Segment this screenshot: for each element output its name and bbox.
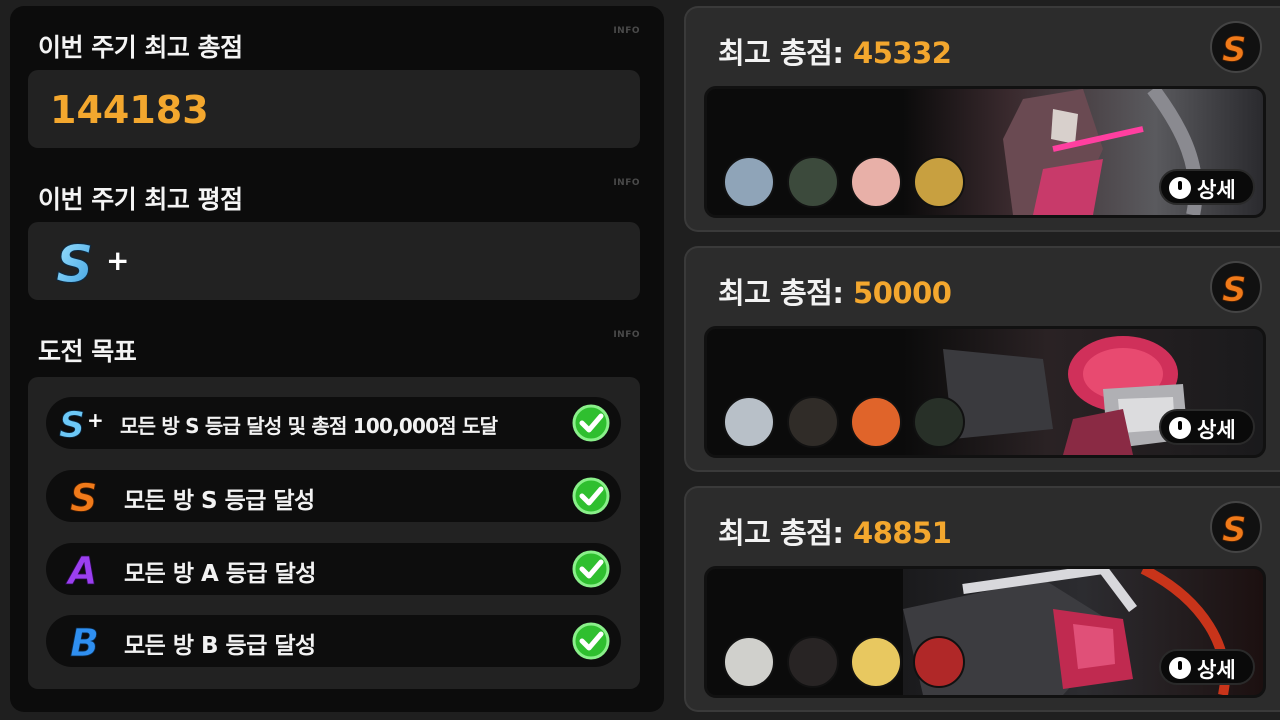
svg-text:S: S: [56, 236, 93, 288]
check-circle-icon: [572, 477, 610, 515]
goals-title: 도전 목표: [38, 337, 137, 366]
card-title: 최고 총점: 45332: [718, 30, 952, 72]
stage-score-card-2[interactable]: 최고 총점: 50000 S 상세: [684, 246, 1280, 472]
card-score-value: 50000: [853, 276, 952, 310]
card-score-label: 최고 총점:: [718, 276, 844, 310]
detail-button[interactable]: 상세: [1159, 409, 1255, 445]
best-total-title: 이번 주기 최고 총점: [38, 33, 243, 62]
grade-s-icon: S: [1222, 510, 1247, 551]
grade-splus-icon: S +: [59, 405, 104, 443]
grade-s-icon: S: [1222, 30, 1247, 71]
svg-text:S: S: [1222, 270, 1247, 310]
check-circle-icon: [572, 404, 610, 442]
info-icon: [1169, 417, 1191, 439]
grade-s-icon: S: [1222, 270, 1247, 311]
challenge-summary-panel: 이번 주기 최고 총점 INFO 144183 이번 주기 최고 평점 INFO…: [10, 6, 664, 712]
best-rating-info-button[interactable]: INFO: [613, 178, 640, 188]
goal-item-text: 모든 방 S 등급 달성 및 총점 100,000점 도달: [120, 414, 498, 438]
card-score-label: 최고 총점:: [718, 516, 844, 550]
grade-s-badge: S: [1210, 21, 1262, 73]
card-score-label: 최고 총점:: [718, 36, 844, 70]
grade-s-badge: S: [1210, 261, 1262, 313]
best-rating-box: S +: [28, 222, 640, 300]
goals-list: S + 모든 방 S 등급 달성 및 총점 100,000점 도달 S 모든 방…: [28, 377, 640, 689]
detail-button[interactable]: 상세: [1159, 649, 1255, 685]
grade-b-icon: B: [70, 621, 100, 661]
goal-item-s: S 모든 방 S 등급 달성: [46, 470, 621, 522]
character-avatar-2: [787, 636, 839, 688]
goal-item-splus: S + 모든 방 S 등급 달성 및 총점 100,000점 도달: [46, 397, 621, 449]
detail-button[interactable]: 상세: [1159, 169, 1255, 205]
check-circle-icon: [572, 550, 610, 588]
character-avatar-1: [723, 636, 775, 688]
best-rating-title: 이번 주기 최고 평점: [38, 185, 243, 214]
svg-text:A: A: [65, 549, 97, 589]
svg-text:S: S: [70, 476, 97, 516]
svg-text:S: S: [59, 405, 85, 443]
character-avatar-3: [850, 636, 902, 688]
character-avatar-4: [913, 156, 965, 208]
info-icon: [1169, 177, 1191, 199]
check-circle-icon: [572, 622, 610, 660]
team-panel: 상세: [704, 86, 1266, 218]
character-avatar-2: [787, 156, 839, 208]
character-avatar-1: [723, 396, 775, 448]
grade-splus-icon: S +: [56, 236, 130, 288]
grade-a-icon: A: [65, 549, 98, 589]
svg-text:B: B: [70, 621, 99, 661]
svg-text:S: S: [1222, 510, 1247, 550]
character-avatar-3: [850, 156, 902, 208]
detail-button-label: 상세: [1197, 658, 1236, 682]
goal-item-text: 모든 방 A 등급 달성: [124, 561, 316, 587]
best-total-info-button[interactable]: INFO: [613, 26, 640, 36]
character-avatar-3: [850, 396, 902, 448]
card-title: 최고 총점: 48851: [718, 510, 952, 552]
character-avatar-4: [913, 396, 965, 448]
best-total-box: 144183: [28, 70, 640, 148]
info-icon: [1169, 657, 1191, 679]
grade-s-icon: S: [70, 476, 98, 516]
goal-item-text: 모든 방 B 등급 달성: [124, 633, 316, 659]
best-total-value: 144183: [50, 88, 209, 132]
grade-s-badge: S: [1210, 501, 1262, 553]
goal-item-a: A 모든 방 A 등급 달성: [46, 543, 621, 595]
svg-text:+: +: [87, 408, 104, 432]
detail-button-label: 상세: [1197, 418, 1236, 442]
goal-item-b: B 모든 방 B 등급 달성: [46, 615, 621, 667]
goal-item-text: 모든 방 S 등급 달성: [124, 488, 315, 514]
detail-button-label: 상세: [1197, 178, 1236, 202]
card-score-value: 48851: [853, 516, 952, 550]
team-panel: 상세: [704, 566, 1266, 698]
character-avatar-2: [787, 396, 839, 448]
goals-info-button[interactable]: INFO: [613, 330, 640, 340]
svg-text:S: S: [1222, 30, 1247, 70]
stage-score-card-1[interactable]: 최고 총점: 45332 S 상세: [684, 6, 1280, 232]
stage-score-card-3[interactable]: 최고 총점: 48851 S 상세: [684, 486, 1280, 712]
character-avatar-4: [913, 636, 965, 688]
card-title: 최고 총점: 50000: [718, 270, 952, 312]
character-avatar-1: [723, 156, 775, 208]
svg-text:+: +: [106, 244, 129, 277]
card-score-value: 45332: [853, 36, 952, 70]
team-panel: 상세: [704, 326, 1266, 458]
